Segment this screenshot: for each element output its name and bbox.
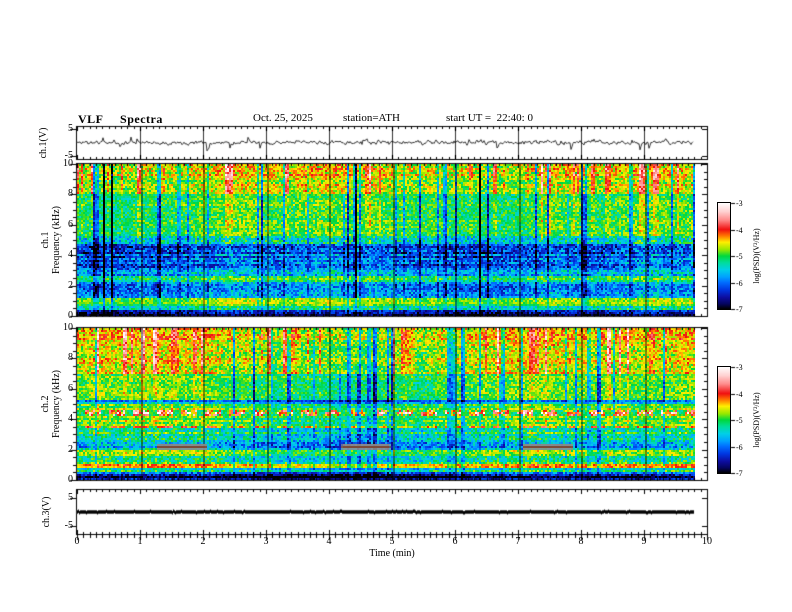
colorbar-ch2: [717, 366, 731, 474]
time-tick-label: 9: [641, 536, 647, 547]
frequency-tick-label: 8: [68, 188, 73, 199]
frequency-tick-label: 0: [68, 474, 73, 485]
colorbar-tick-label: -4: [736, 226, 743, 235]
ch3-waveform-plot: [77, 490, 707, 534]
frequency-tick-label: 0: [68, 310, 73, 321]
colorbar-tick-label: -5: [736, 416, 743, 425]
ch2-spectrogram-panel: [77, 328, 707, 480]
figure-date: Oct. 25, 2025: [253, 112, 313, 124]
time-tick-label: 5: [389, 536, 395, 547]
time-tick-label: 7: [515, 536, 521, 547]
time-tick-label: 8: [578, 536, 584, 547]
frequency-tick-label: 8: [68, 352, 73, 363]
ch1-spectrogram-panel: [77, 164, 707, 316]
vlf-spectra-figure: VLF Spectra Oct. 25, 2025 station=ATH st…: [0, 0, 792, 612]
frequency-tick-label: 2: [68, 280, 73, 291]
figure-title: VLF Spectra: [78, 112, 163, 126]
ch3-waveform-panel: [77, 490, 707, 534]
frequency-tick-label: 10: [63, 322, 73, 333]
ch1-voltage-axis-label: ch.1(V): [38, 127, 49, 159]
ch1-voltage-tick-label: 5: [68, 123, 73, 134]
frequency-tick-label: 10: [63, 158, 73, 169]
ch3-voltage-axis-label: ch.3(V): [41, 496, 52, 528]
colorbar-tick-label: -6: [736, 279, 743, 288]
time-tick-label: 1: [137, 536, 143, 547]
colorbar-tick-label: -4: [736, 390, 743, 399]
ch2-channel-label: ch.2: [40, 395, 51, 413]
frequency-tick-label: 6: [68, 383, 73, 394]
time-tick-label: 10: [702, 536, 712, 547]
colorbar-ch1: [717, 202, 731, 310]
time-tick-label: 0: [74, 536, 80, 547]
frequency-tick-label: 6: [68, 219, 73, 230]
time-tick-label: 6: [452, 536, 458, 547]
time-axis-label: Time (min): [369, 548, 415, 559]
ch1-spectrogram: [77, 164, 707, 316]
colorbar-tick-label: -6: [736, 443, 743, 452]
ch3-voltage-tick-label: -5: [64, 520, 73, 531]
frequency-tick-label: 2: [68, 444, 73, 455]
ch1-waveform-plot: [77, 127, 707, 159]
ch1-waveform-panel: [77, 127, 707, 159]
colorbar-tick-label: -5: [736, 252, 743, 261]
ch2-spectrogram: [77, 328, 707, 480]
frequency-tick-label: 4: [68, 413, 73, 424]
start-ut-label: start UT = 22:40: 0: [446, 112, 533, 124]
ch3-voltage-tick-label: 5: [68, 492, 73, 503]
colorbar-ch1-label: log(PSD)(V²/Hz): [752, 228, 761, 284]
colorbar-tick-label: -3: [736, 363, 743, 372]
colorbar-tick-label: -7: [736, 305, 743, 314]
station-label: station=ATH: [343, 112, 400, 124]
ch1-channel-label: ch.1: [40, 231, 51, 249]
colorbar-tick-label: -3: [736, 199, 743, 208]
time-tick-label: 3: [263, 536, 269, 547]
time-tick-label: 2: [200, 536, 206, 547]
time-tick-label: 4: [326, 536, 332, 547]
colorbar-tick-label: -7: [736, 469, 743, 478]
colorbar-ch2-label: log(PSD)(V²/Hz): [752, 392, 761, 448]
frequency-tick-label: 4: [68, 249, 73, 260]
